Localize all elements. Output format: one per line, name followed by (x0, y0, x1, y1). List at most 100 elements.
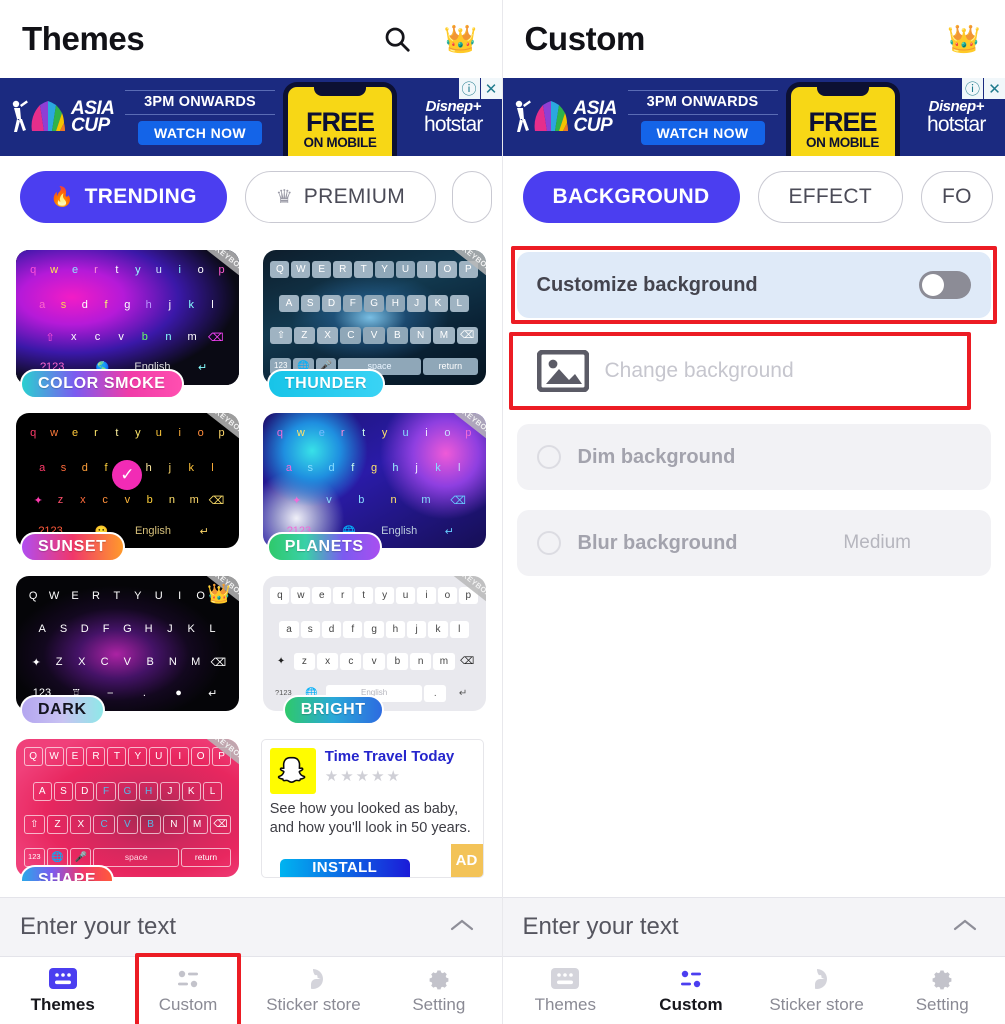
ad-onmobile-text: ON MOBILE (806, 135, 879, 151)
nav-label-themes: Themes (534, 994, 597, 1014)
sliders-icon (175, 967, 201, 991)
nav-item-setting[interactable]: Setting (376, 957, 501, 1024)
theme-card-bright[interactable]: qwertyuiop asdfghjkl ✦ z x c v b n m ⌫ ?123 🌐 Engl… (255, 570, 494, 725)
tab-premium[interactable]: ♛ PREMIUM (244, 171, 437, 223)
themes-header: Themes 👑 (0, 0, 502, 78)
watch-now-button[interactable]: WATCH NOW (640, 120, 765, 145)
text-input-bar[interactable]: Enter your text (502, 897, 1005, 957)
disney-hotstar-logo: Disnep+ hotstar (405, 98, 502, 137)
snapchat-icon (269, 748, 316, 794)
theme-badge-label: COLOR SMOKE (20, 369, 184, 399)
theme-badge-label: PLANETS (266, 532, 382, 562)
nav-item-themes[interactable]: Themes (503, 957, 629, 1024)
crown-icon[interactable]: 👑 (947, 25, 981, 53)
page-title: Themes (22, 20, 145, 57)
chevron-up-icon[interactable] (951, 916, 979, 939)
nav-label-setting: Setting (412, 994, 466, 1014)
tab-next-partial[interactable] (452, 171, 493, 223)
theme-badge-label: SHAPE (20, 865, 115, 881)
selected-check-icon: ✓ (112, 460, 143, 491)
setting-change-background[interactable]: Change background (508, 332, 991, 410)
install-button[interactable]: INSTALL (279, 859, 410, 877)
hotstar-wordmark: hotstar (926, 112, 986, 136)
ad-banner[interactable]: ASIA CUP 3PM ONWARDS WATCH NOW FREE ON M… (502, 78, 1005, 156)
theme-card-color-smoke[interactable]: qwertyuiop asdfghjkl ⇧ x c v b n m ⌫ ?123 🌎 Engli… (8, 244, 247, 399)
ad-free-text: FREE (305, 107, 375, 138)
ad-banner[interactable]: ASIA CUP 3PM ONWARDS WATCH NOW FREE ON M… (0, 78, 502, 156)
ad-phone-graphic: FREE ON MOBILE (778, 78, 908, 156)
tab-trending-label: TRENDING (84, 185, 197, 208)
theme-card-thunder[interactable]: QWERTYUIOP ASDFGHJKL ⇧ Z X C V B N M ⌫ 123 🌐 🎤 spac… (255, 244, 494, 399)
page-title: Custom (524, 20, 646, 57)
ad-showtime-bold: 3PM (646, 93, 678, 110)
nav-label-custom: Custom (158, 994, 218, 1014)
blur-background-radio[interactable] (536, 531, 561, 555)
tab-font-label: FO (941, 185, 972, 208)
grid-ad-stars: ★★★★★ (324, 768, 402, 786)
theme-card-planets[interactable]: qwertyuiop asdfghjkl ✦vbnm⌫ ?123🌐English… (255, 407, 494, 562)
nav-label-custom: Custom (659, 994, 723, 1014)
dim-background-radio[interactable] (536, 445, 561, 469)
nav-item-custom[interactable]: Custom (125, 953, 250, 1024)
gear-icon (427, 967, 451, 991)
tab-background[interactable]: BACKGROUND (522, 171, 740, 223)
ad-showtime-bold: 3PM (144, 93, 175, 110)
premium-crown-icon: 👑 (207, 584, 231, 605)
asia-cup-line2: CUP (71, 115, 110, 136)
tab-trending[interactable]: 🔥 TRENDING (20, 171, 227, 223)
asia-cup-logo: ASIA CUP (503, 97, 628, 137)
themes-panel: Themes 👑 ASIA CUP 3PM ONWARDS WATCH NOW … (0, 0, 503, 1024)
change-background-placeholder: Change background (604, 359, 794, 382)
ad-info-icon[interactable]: ⓘ (962, 78, 983, 99)
setting-label-dim-background: Dim background (577, 445, 736, 468)
setting-blur-background[interactable]: Blur background Medium (516, 510, 991, 576)
ad-mid-text: 3PM ONWARDS WATCH NOW (125, 89, 275, 145)
search-icon[interactable] (382, 24, 444, 54)
background-settings-list: Customize background Change background D… (503, 238, 1005, 576)
theme-badge-label: THUNDER (266, 369, 386, 399)
grid-ad-card[interactable]: Time Travel Today ★★★★★ See how you look… (260, 739, 484, 878)
batsman-icon (511, 97, 533, 137)
nav-item-setting[interactable]: Setting (879, 957, 1005, 1024)
nav-label-sticker-store: Sticker store (266, 994, 361, 1014)
theme-category-tabs: 🔥 TRENDING ♛ PREMIUM (0, 156, 502, 238)
chevron-up-icon[interactable] (448, 916, 476, 939)
batsman-icon (8, 97, 30, 137)
theme-badge-label: SUNSET (20, 532, 125, 562)
ad-close-icon[interactable]: ✕ (984, 78, 1005, 99)
setting-label-customize-background: Customize background (536, 273, 758, 296)
sticker-icon (805, 967, 829, 991)
blur-background-value[interactable]: Medium (843, 532, 911, 554)
custom-category-tabs: BACKGROUND EFFECT FO (503, 156, 1005, 238)
theme-card-dark[interactable]: QWERTYUIOP ASDFGHJKL ✦ Z X C V B N M ⌫ 123 ♖ ⎯. ● ↵ … (8, 570, 247, 725)
setting-dim-background[interactable]: Dim background (516, 424, 991, 490)
ad-mid-text: 3PM ONWARDS WATCH NOW (627, 89, 778, 145)
nav-item-custom[interactable]: Custom (628, 957, 754, 1024)
disney-hotstar-logo: Disnep+ hotstar (908, 98, 1005, 137)
ad-info-icon[interactable]: ⓘ (458, 78, 480, 99)
asia-cup-logo: ASIA CUP (0, 97, 125, 137)
ad-close-icon[interactable]: ✕ (480, 78, 502, 99)
crown-icon[interactable]: 👑 (444, 25, 478, 53)
nav-item-sticker-store[interactable]: Sticker store (754, 957, 880, 1024)
theme-card-sunset[interactable]: qwertyuiop asdfghjkl ✦zxcvbnm⌫ ?123😀Engl… (8, 407, 247, 562)
tab-effect[interactable]: EFFECT (757, 171, 903, 223)
ad-showtime: 3PM ONWARDS (627, 89, 778, 115)
text-input-bar[interactable]: Enter your text (0, 897, 502, 957)
setting-customize-background[interactable]: Customize background (510, 246, 997, 324)
dual-panel-screenshot: Themes 👑 ASIA CUP 3PM ONWARDS WATCH NOW … (0, 0, 1005, 1024)
asia-cup-wordmark: ASIA CUP (573, 98, 618, 136)
sliders-icon (678, 967, 704, 991)
ad-free-text: FREE (808, 107, 877, 138)
tab-background-label: BACKGROUND (552, 185, 710, 208)
theme-card-shape[interactable]: QWERTYUIOP ASDFGHJKL ⇧ Z X C V B N M ⌫ 123 🌐 🎤 spac… (8, 733, 247, 881)
ad-controls: ⓘ ✕ (458, 78, 502, 99)
image-icon (536, 349, 589, 393)
ad-showtime: 3PM ONWARDS (125, 89, 275, 115)
customize-background-toggle[interactable] (919, 271, 971, 299)
nav-item-themes[interactable]: Themes (0, 957, 125, 1024)
asia-cup-line2: CUP (573, 115, 613, 136)
nav-item-sticker-store[interactable]: Sticker store (251, 957, 376, 1024)
watch-now-button[interactable]: WATCH NOW (138, 120, 262, 145)
tab-font[interactable]: FO (920, 171, 993, 223)
